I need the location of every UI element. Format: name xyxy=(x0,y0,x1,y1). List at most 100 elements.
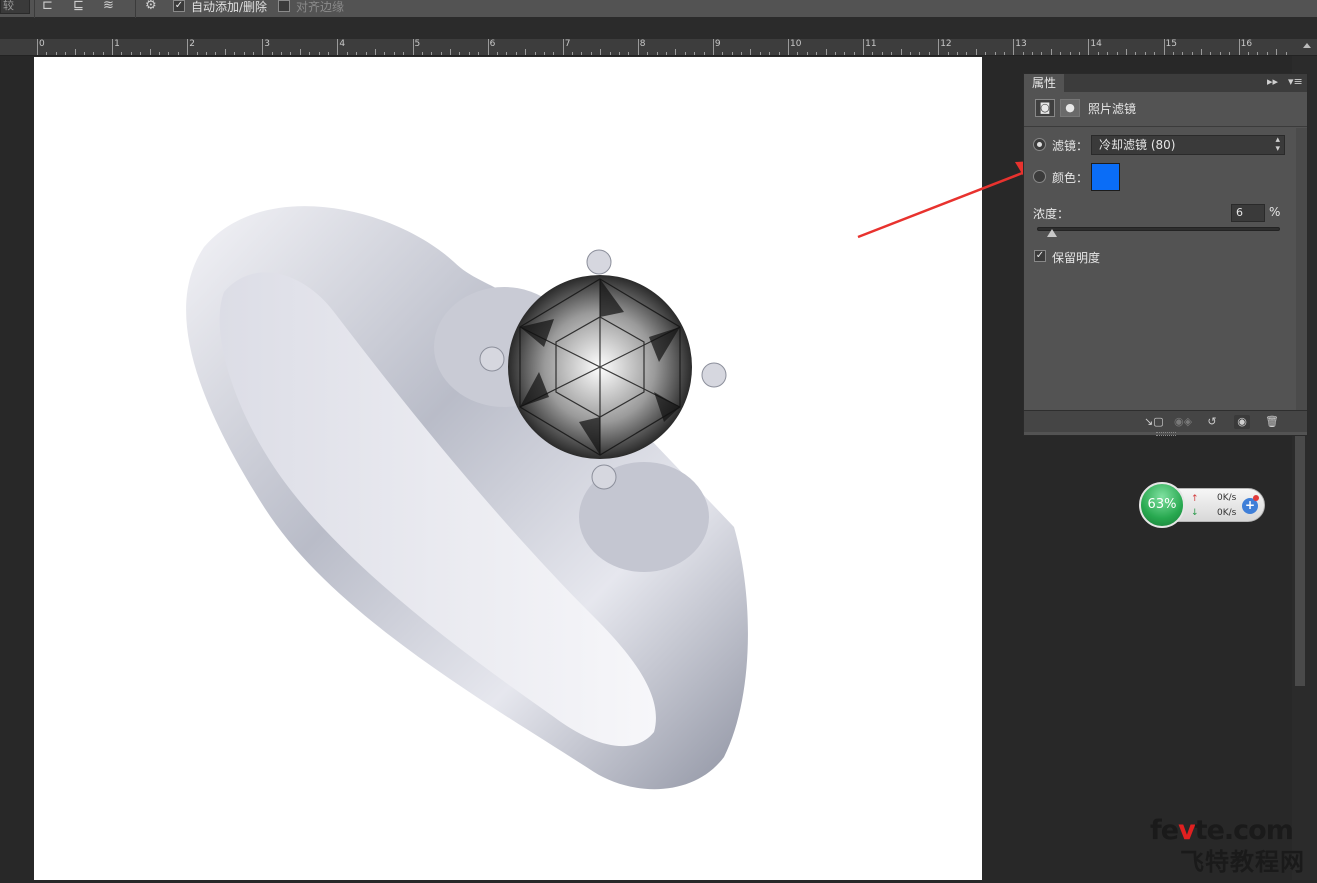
gear-icon[interactable]: ⚙ xyxy=(145,0,163,14)
view-previous-state-icon[interactable]: ◉◈ xyxy=(1174,415,1192,429)
ruler-tick xyxy=(478,52,480,55)
toggle-visibility-icon[interactable]: ◉ xyxy=(1234,415,1250,429)
ruler-tick xyxy=(337,39,339,55)
ruler-tick xyxy=(328,52,329,55)
ruler-label: 9 xyxy=(714,39,721,49)
ruler-tick xyxy=(778,52,780,55)
ruler-tick xyxy=(788,39,789,55)
ruler-label: 4 xyxy=(339,39,346,49)
ruler-tick xyxy=(74,49,76,55)
ruler-tick xyxy=(722,52,724,55)
ruler-tick xyxy=(496,52,498,55)
color-label: 颜色： xyxy=(1052,171,1089,185)
color-radio[interactable] xyxy=(1033,170,1046,183)
adjustment-camera-icon[interactable]: ◙ xyxy=(1035,99,1055,117)
network-speed-widget[interactable]: 63% ↑ 0K/s ↓ 0K/s + xyxy=(1139,482,1266,528)
align-top-icon[interactable]: ⊏ xyxy=(42,0,60,14)
align-edges-checkbox[interactable] xyxy=(278,0,290,12)
density-slider[interactable] xyxy=(1037,227,1280,231)
ruler-tick xyxy=(440,52,442,55)
ruler-tick xyxy=(938,39,940,55)
ruler-tick xyxy=(205,52,207,55)
divider xyxy=(34,0,35,18)
ruler-tick xyxy=(346,52,348,55)
notification-dot xyxy=(1253,495,1259,501)
site-watermark: fevte.com 飞特教程网 xyxy=(1150,815,1310,876)
density-slider-handle[interactable] xyxy=(1046,229,1057,237)
ruler-label: 15 xyxy=(1165,39,1177,49)
ruler-tick xyxy=(262,39,264,55)
scroll-up-icon[interactable] xyxy=(1303,43,1311,48)
ruler-tick xyxy=(149,49,151,55)
ruler-tick xyxy=(712,39,714,55)
preserve-luminosity-checkbox[interactable]: ✓ xyxy=(1034,250,1046,262)
ruler-tick xyxy=(647,52,649,55)
ruler-tick xyxy=(309,52,311,55)
ruler-label: 0 xyxy=(39,39,45,49)
ruler-tick xyxy=(1154,52,1156,55)
ruler-tick xyxy=(1116,52,1118,55)
divider xyxy=(1024,126,1307,127)
mask-icon[interactable]: ● xyxy=(1060,99,1080,117)
auto-add-remove-checkbox[interactable]: ✓ xyxy=(173,0,185,12)
ruler-tick xyxy=(637,39,639,55)
panel-menu-icon[interactable]: ▾≡ xyxy=(1288,75,1303,88)
ruler-tick xyxy=(619,52,621,55)
ruler-tick xyxy=(93,52,95,55)
document-canvas[interactable] xyxy=(34,57,982,880)
ruler-tick xyxy=(731,52,733,55)
ruler-tick xyxy=(534,52,536,55)
ruler-tick xyxy=(684,52,686,55)
ruler-label: 13 xyxy=(1015,39,1027,49)
ruler-tick xyxy=(675,49,677,55)
ruler-tick xyxy=(1285,52,1287,55)
filter-select[interactable]: 冷却滤镜 (80) ▴ ▾ xyxy=(1091,135,1285,155)
panel-footer: ↘▢ ◉◈ ↺ ◉ 🗑 xyxy=(1024,410,1307,432)
ruler-tick xyxy=(1097,52,1099,55)
clip-to-layer-icon[interactable]: ↘▢ xyxy=(1144,415,1164,429)
options-bar: 较 ⊏ ⊑ ≋ ⚙ ✓ 自动添加/删除 对齐边缘 xyxy=(0,0,1317,18)
ruler-tick xyxy=(844,52,846,55)
ruler-tick xyxy=(562,39,564,55)
ruler-tick xyxy=(947,52,949,55)
ruler-label: 16 xyxy=(1240,39,1253,49)
ruler-tick xyxy=(985,52,987,55)
density-input[interactable]: 6 xyxy=(1231,204,1265,222)
filter-radio[interactable] xyxy=(1033,138,1046,151)
density-unit: % xyxy=(1269,205,1281,219)
ruler-tick xyxy=(318,52,320,55)
upload-speed: 0K/s xyxy=(1217,493,1237,503)
ruler-tick xyxy=(374,49,376,55)
ruler-label: 2 xyxy=(189,39,195,49)
ruler-tick xyxy=(769,52,771,55)
scrollbar-thumb[interactable] xyxy=(1295,436,1305,686)
ruler-tick xyxy=(459,52,461,55)
panel-scrollbar[interactable] xyxy=(1296,128,1307,410)
ruler-tick xyxy=(356,52,358,55)
options-field[interactable]: 较 xyxy=(0,0,30,14)
ruler-tick xyxy=(975,49,977,55)
ruler-tick xyxy=(891,52,893,55)
auto-arrange-icon[interactable]: ≋ xyxy=(103,0,121,14)
ruler-tick xyxy=(37,39,38,55)
ruler-tick xyxy=(1229,52,1231,55)
ruler-tick xyxy=(1191,52,1193,55)
distribute-icon[interactable]: ⊑ xyxy=(73,0,91,14)
color-swatch[interactable] xyxy=(1091,163,1120,191)
reset-icon[interactable]: ↺ xyxy=(1204,415,1220,429)
ruler-tick xyxy=(281,52,283,55)
delete-icon[interactable]: 🗑 xyxy=(1264,415,1280,429)
ruler-tick xyxy=(412,39,414,55)
ring-image xyxy=(186,206,748,790)
ruler-tick xyxy=(1163,39,1165,55)
memory-percent-ball[interactable]: 63% xyxy=(1139,482,1185,528)
ruler-label: 6 xyxy=(489,39,496,49)
ruler-tick xyxy=(609,52,611,55)
ruler-tick xyxy=(46,52,48,55)
ruler-label: 12 xyxy=(940,39,952,49)
tab-properties[interactable]: 属性 xyxy=(1024,74,1064,92)
panel-resize-grip[interactable] xyxy=(1156,432,1176,436)
collapse-icon[interactable]: ▸▸ xyxy=(1267,75,1278,88)
ruler-tick xyxy=(487,39,489,55)
ruler-tick xyxy=(1276,49,1278,55)
